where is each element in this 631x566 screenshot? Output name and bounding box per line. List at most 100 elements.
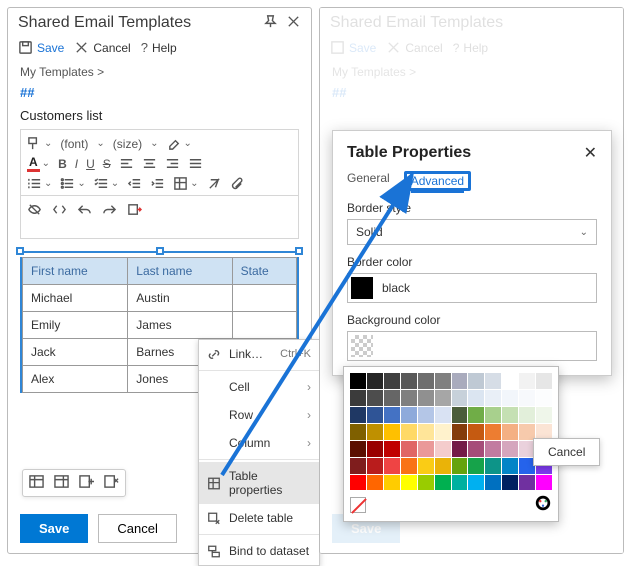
ctx-row[interactable]: Row› (199, 401, 319, 429)
format-painter-icon[interactable]: ⌄ (27, 136, 52, 151)
palette-color[interactable] (401, 407, 417, 423)
footer-cancel-button[interactable]: Cancel (98, 514, 176, 543)
visibility-icon[interactable] (27, 202, 42, 220)
ctx-bind-dataset[interactable]: Bind to dataset (199, 537, 319, 565)
palette-color[interactable] (502, 373, 518, 389)
palette-color[interactable] (350, 407, 366, 423)
palette-color[interactable] (435, 373, 451, 389)
palette-color[interactable] (452, 424, 468, 440)
palette-color[interactable] (367, 441, 383, 457)
palette-color[interactable] (435, 458, 451, 474)
palette-color[interactable] (350, 441, 366, 457)
size-select[interactable]: (size) (113, 137, 142, 151)
align-justify-icon[interactable] (188, 156, 203, 171)
tbl-layout2-icon[interactable] (54, 474, 69, 492)
palette-color[interactable] (367, 407, 383, 423)
palette-color[interactable] (435, 424, 451, 440)
highlight-icon[interactable]: ⌄ (167, 136, 192, 151)
palette-color[interactable] (435, 390, 451, 406)
dialog-close-icon[interactable]: ✕ (584, 143, 597, 163)
palette-color[interactable] (485, 407, 501, 423)
tbl-insert-col-icon[interactable] (79, 474, 94, 492)
palette-color[interactable] (401, 475, 417, 491)
palette-color[interactable] (350, 458, 366, 474)
palette-color[interactable] (468, 373, 484, 389)
ctx-delete-table[interactable]: Delete table (199, 504, 319, 532)
palette-color[interactable] (384, 475, 400, 491)
palette-color[interactable] (384, 373, 400, 389)
palette-color[interactable] (367, 373, 383, 389)
palette-color[interactable] (452, 390, 468, 406)
palette-color[interactable] (384, 424, 400, 440)
tbl-layout1-icon[interactable] (29, 474, 44, 492)
col-lastname[interactable]: Last name (128, 258, 232, 285)
palette-color[interactable] (452, 475, 468, 491)
palette-color[interactable] (502, 441, 518, 457)
cancel-button[interactable]: Cancel (74, 40, 130, 55)
palette-color[interactable] (401, 373, 417, 389)
palette-color[interactable] (418, 475, 434, 491)
insert-field-icon[interactable] (127, 202, 142, 220)
no-color-icon[interactable] (350, 497, 366, 513)
palette-color[interactable] (401, 441, 417, 457)
palette-color[interactable] (418, 458, 434, 474)
palette-color[interactable] (350, 424, 366, 440)
palette-color[interactable] (485, 390, 501, 406)
palette-color[interactable] (384, 458, 400, 474)
bg-color-input[interactable] (347, 331, 597, 361)
palette-color[interactable] (452, 458, 468, 474)
palette-color[interactable] (519, 407, 535, 423)
ctx-table-properties[interactable]: Table properties (199, 462, 319, 504)
palette-color[interactable] (502, 390, 518, 406)
palette-color[interactable] (519, 373, 535, 389)
code-icon[interactable] (52, 202, 67, 220)
col-firstname[interactable]: First name (23, 258, 128, 285)
palette-color[interactable] (401, 458, 417, 474)
help-button[interactable]: ? Help (141, 40, 177, 55)
palette-color[interactable] (468, 407, 484, 423)
indent-icon[interactable] (150, 176, 165, 191)
redo-icon[interactable] (102, 202, 117, 220)
border-color-input[interactable]: black (347, 273, 597, 303)
palette-color[interactable] (418, 441, 434, 457)
palette-color[interactable] (502, 475, 518, 491)
palette-color[interactable] (452, 441, 468, 457)
palette-color[interactable] (485, 458, 501, 474)
tbl-delete-col-icon[interactable] (104, 474, 119, 492)
palette-color[interactable] (418, 390, 434, 406)
undo-icon[interactable] (77, 202, 92, 220)
save-button[interactable]: Save (18, 40, 64, 55)
palette-color[interactable] (536, 390, 552, 406)
align-right-icon[interactable] (165, 156, 180, 171)
strike-icon[interactable]: S (103, 157, 111, 171)
palette-color[interactable] (418, 373, 434, 389)
checklist-icon[interactable]: ⌄ (94, 176, 119, 191)
align-center-icon[interactable] (142, 156, 157, 171)
palette-color[interactable] (485, 441, 501, 457)
palette-color[interactable] (485, 475, 501, 491)
align-left-icon[interactable] (119, 156, 134, 171)
palette-color[interactable] (468, 475, 484, 491)
palette-color[interactable] (384, 390, 400, 406)
palette-color[interactable] (384, 441, 400, 457)
col-state[interactable]: State (232, 258, 296, 285)
palette-color[interactable] (502, 424, 518, 440)
palette-color[interactable] (468, 458, 484, 474)
palette-color[interactable] (536, 407, 552, 423)
palette-color[interactable] (367, 458, 383, 474)
palette-color[interactable] (367, 390, 383, 406)
palette-color[interactable] (519, 475, 535, 491)
table-row[interactable]: MichaelAustin (23, 285, 297, 312)
palette-color[interactable] (468, 441, 484, 457)
color-picker-icon[interactable] (534, 494, 552, 515)
table-icon[interactable]: ⌄ (173, 176, 198, 191)
palette-color[interactable] (435, 441, 451, 457)
palette-color[interactable] (502, 458, 518, 474)
close-icon[interactable] (286, 14, 301, 32)
palette-color[interactable] (350, 475, 366, 491)
outdent-icon[interactable] (127, 176, 142, 191)
pin-icon[interactable] (263, 14, 278, 32)
palette-color[interactable] (452, 373, 468, 389)
italic-icon[interactable]: I (75, 157, 78, 171)
palette-color[interactable] (367, 424, 383, 440)
